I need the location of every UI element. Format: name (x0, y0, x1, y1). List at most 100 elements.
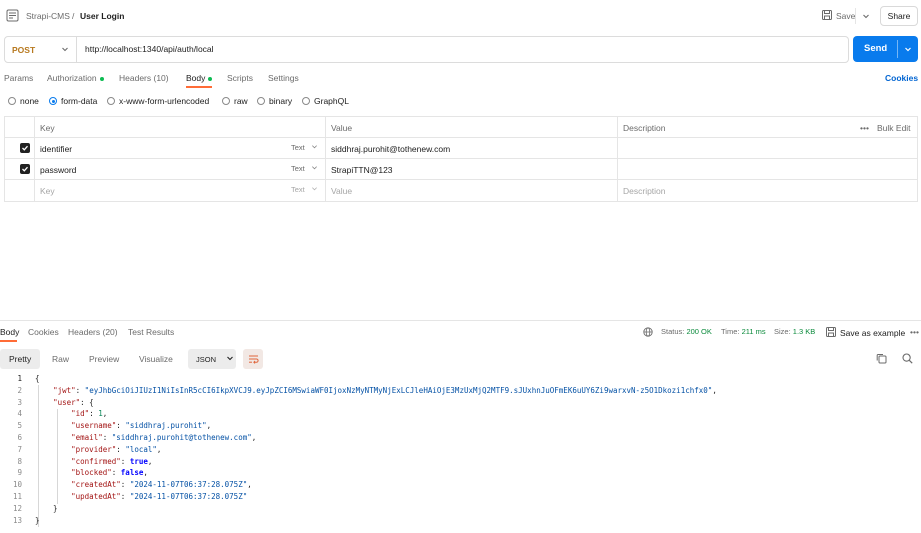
tab-test-results[interactable]: Test Results (128, 327, 174, 337)
breadcrumb-collection[interactable]: Strapi-CMS (26, 11, 70, 21)
globe-icon[interactable] (643, 327, 653, 339)
response-view-bar: Pretty Raw Preview Visualize JSON (0, 347, 921, 369)
row-checkbox[interactable] (20, 143, 30, 153)
code-line: 8 "confirmed": true, (0, 456, 921, 468)
code-text: "updatedAt": "2024-11-07T06:37:28.075Z" (71, 492, 248, 501)
row-type-select[interactable]: Text (291, 185, 318, 194)
radio-binary[interactable]: binary (257, 96, 292, 106)
line-number: 9 (17, 468, 22, 478)
bulk-edit-link[interactable]: Bulk Edit (877, 117, 911, 138)
more-options-icon[interactable]: ••• (860, 117, 869, 138)
code-line: 7 "provider": "local", (0, 444, 921, 456)
response-tabs: Body Cookies Headers (20) Test Results S… (0, 325, 921, 343)
code-text: "user": { (53, 397, 94, 407)
row-key[interactable]: password (40, 159, 76, 180)
tab-response-body[interactable]: Body (0, 327, 19, 337)
chevron-down-icon[interactable] (59, 43, 71, 55)
save-label: Save (836, 11, 856, 21)
send-divider (897, 40, 898, 58)
send-button[interactable]: Send (853, 36, 918, 62)
active-tab-indicator (186, 86, 212, 88)
url-input[interactable]: http://localhost:1340/api/auth/local (85, 44, 214, 54)
status-readout: Status: 200 OK (661, 327, 712, 336)
tab-body-label: Body (186, 73, 206, 83)
line-number: 7 (17, 444, 22, 454)
table-row-empty: Key Text Value Description (5, 180, 917, 201)
code-text: "blocked": false, (71, 468, 148, 478)
more-options-icon[interactable]: ••• (910, 327, 919, 337)
tab-response-headers[interactable]: Headers (20) (68, 327, 118, 337)
code-text: "id": 1, (71, 409, 108, 419)
tab-authorization-label: Authorization (47, 73, 97, 83)
view-visualize[interactable]: Visualize (130, 349, 182, 369)
view-raw[interactable]: Raw (43, 349, 78, 369)
description-placeholder[interactable]: Description (623, 180, 666, 201)
code-line: 6 "email": "siddhraj.purohit@tothenew.co… (0, 432, 921, 444)
wrap-lines-icon[interactable] (243, 349, 263, 369)
row-value[interactable]: StrapiTTN@123 (331, 159, 393, 180)
line-number: 11 (12, 492, 22, 501)
size-label: Size: (774, 327, 791, 336)
chevron-down-icon[interactable] (902, 43, 914, 55)
format-select[interactable]: JSON (188, 349, 236, 369)
radio-graphql[interactable]: GraphQL (302, 96, 349, 106)
code-line: 1{ (0, 373, 921, 385)
header-key: Key (40, 122, 55, 133)
tab-body[interactable]: Body (186, 73, 213, 83)
line-number: 3 (17, 397, 22, 407)
table-header: Key Value Description ••• Bulk Edit (5, 117, 917, 138)
key-placeholder[interactable]: Key (40, 180, 55, 201)
line-number: 12 (12, 503, 22, 513)
radio-urlencoded[interactable]: x-www-form-urlencoded (107, 96, 209, 106)
copy-icon[interactable] (876, 353, 887, 366)
code-text: "provider": "local", (71, 444, 162, 454)
tab-authorization[interactable]: Authorization (47, 73, 104, 83)
request-title[interactable]: User Login (80, 11, 124, 21)
form-data-table: Key Value Description ••• Bulk Edit iden… (4, 116, 918, 202)
row-value[interactable]: siddhraj.purohit@tothenew.com (331, 138, 450, 159)
radio-circle-icon (107, 97, 115, 105)
line-number: 6 (17, 433, 22, 442)
radio-label: raw (234, 96, 248, 106)
tab-params[interactable]: Params (4, 73, 33, 83)
view-pretty[interactable]: Pretty (0, 349, 41, 369)
view-preview[interactable]: Preview (80, 349, 128, 369)
row-type-label: Text (291, 143, 305, 152)
value-placeholder[interactable]: Value (331, 180, 352, 201)
row-type-select[interactable]: Text (291, 164, 318, 173)
save-divider (855, 8, 856, 24)
cookies-link[interactable]: Cookies (885, 73, 918, 83)
radio-label: binary (269, 96, 293, 106)
response-divider[interactable] (0, 320, 921, 321)
row-key[interactable]: identifier (40, 138, 72, 159)
code-text: "createdAt": "2024-11-07T06:37:28.075Z", (71, 480, 252, 490)
chevron-down-icon[interactable] (859, 9, 873, 23)
code-text: "jwt": "eyJhbGciOiJIUzI1NiIsInR5cCI6IkpX… (53, 385, 717, 395)
radio-form-data[interactable]: form-data (49, 96, 97, 106)
row-type-select[interactable]: Text (291, 143, 318, 152)
status-label: Status: (661, 327, 685, 336)
method-label: POST (12, 44, 36, 55)
tab-scripts[interactable]: Scripts (227, 73, 253, 83)
search-icon[interactable] (902, 353, 913, 366)
active-tab-indicator (0, 340, 17, 342)
code-line: 2 "jwt": "eyJhbGciOiJIUzI1NiIsInR5cCI6Ik… (0, 385, 921, 397)
save-as-example-button[interactable]: Save as example (826, 327, 905, 339)
line-number: 4 (17, 409, 22, 419)
tab-response-cookies[interactable]: Cookies (28, 327, 59, 337)
tab-settings[interactable]: Settings (268, 73, 299, 83)
radio-circle-icon (222, 97, 230, 105)
chevron-down-icon (311, 143, 318, 152)
radio-raw[interactable]: raw (222, 96, 248, 106)
code-line: 5 "username": "siddhraj.purohit", (0, 420, 921, 432)
share-button[interactable]: Share (880, 6, 918, 26)
radio-none[interactable]: none (8, 96, 39, 106)
send-label: Send (864, 43, 888, 54)
code-line: 9 "blocked": false, (0, 467, 921, 479)
size-value: 1.3 KB (792, 327, 816, 336)
tab-headers[interactable]: Headers (10) (119, 73, 169, 83)
code-line: 3 "user": { (0, 397, 921, 409)
line-number: 8 (17, 456, 22, 466)
row-checkbox[interactable] (20, 164, 30, 174)
line-number: 1 (17, 374, 22, 383)
